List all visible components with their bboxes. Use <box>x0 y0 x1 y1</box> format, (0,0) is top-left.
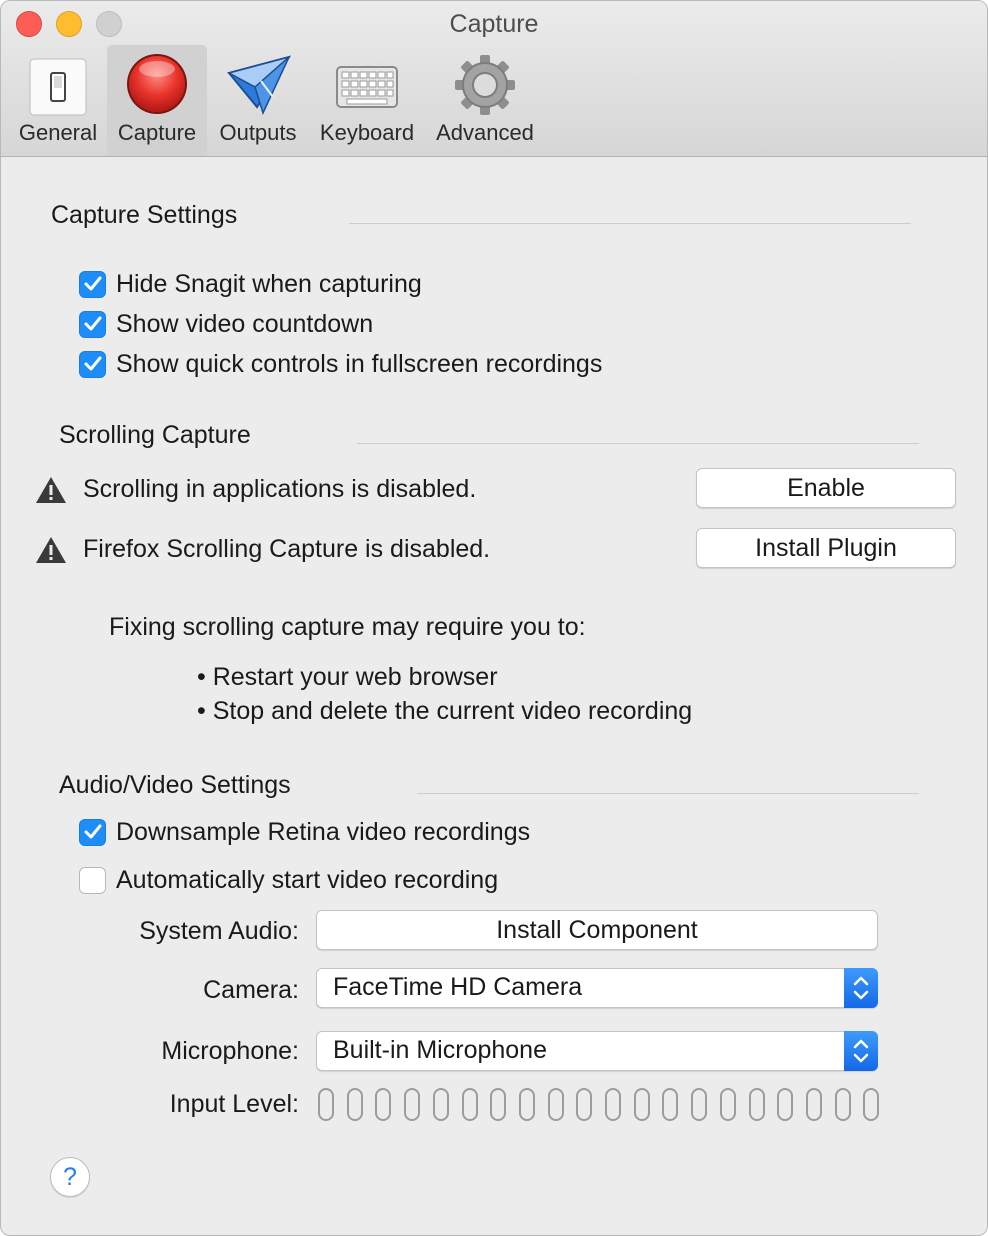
checkbox-checked[interactable] <box>79 818 106 846</box>
level-segment <box>404 1088 420 1121</box>
help-button[interactable]: ? <box>50 1157 90 1197</box>
checkbox-label: Downsample Retina video recordings <box>116 817 531 846</box>
level-segment <box>347 1088 363 1121</box>
level-segment <box>462 1088 478 1121</box>
camera-label: Camera: <box>203 976 299 1004</box>
record-icon <box>107 51 207 117</box>
tab-outputs[interactable]: Outputs <box>211 45 305 156</box>
checkbox-checked[interactable] <box>79 310 106 338</box>
tab-keyboard[interactable]: Keyboard <box>315 45 419 156</box>
section-divider <box>349 223 911 224</box>
level-segment <box>433 1088 449 1121</box>
microphone-label: Microphone: <box>161 1037 299 1065</box>
input-level-label: Input Level: <box>169 1090 299 1118</box>
checkmark-icon <box>84 276 101 291</box>
level-segment <box>691 1088 707 1121</box>
camera-select[interactable]: FaceTime HD Camera <box>316 968 878 1008</box>
gear-icon <box>429 51 541 117</box>
level-segment <box>634 1088 650 1121</box>
tab-general-label: General <box>18 120 98 145</box>
av-settings-heading: Audio/Video Settings <box>59 771 291 799</box>
tab-advanced[interactable]: Advanced <box>429 45 541 156</box>
chevron-updown-icon <box>844 1031 878 1071</box>
tab-general[interactable]: General <box>11 45 105 156</box>
section-divider <box>417 793 919 794</box>
level-segment <box>519 1088 535 1121</box>
bullet-restart-browser: • Restart your web browser <box>197 663 498 691</box>
checkbox-checked[interactable] <box>79 350 106 378</box>
keyboard-icon <box>315 51 419 117</box>
section-divider <box>357 443 919 444</box>
chevron-updown-icon <box>844 968 878 1008</box>
video-countdown-checkbox[interactable]: Show video countdown <box>79 309 373 339</box>
level-segment <box>605 1088 621 1121</box>
level-segment <box>806 1088 822 1121</box>
scrolling-apps-warning: Scrolling in applications is disabled. <box>83 475 477 503</box>
warning-icon <box>35 535 67 565</box>
camera-select-value: FaceTime HD Camera <box>333 973 583 1001</box>
checkmark-icon <box>84 356 101 371</box>
bullet-stop-recording: • Stop and delete the current video reco… <box>197 697 693 725</box>
checkbox-unchecked[interactable] <box>79 866 106 894</box>
preferences-window: Capture General Capture Outputs Keyboard… <box>0 0 988 1236</box>
microphone-select[interactable]: Built-in Microphone <box>316 1031 878 1071</box>
level-segment <box>720 1088 736 1121</box>
auto-start-recording-checkbox[interactable]: Automatically start video recording <box>79 865 498 895</box>
enable-button[interactable]: Enable <box>696 468 956 508</box>
checkbox-label: Show video countdown <box>116 309 374 338</box>
level-segment <box>318 1088 334 1121</box>
tab-keyboard-label: Keyboard <box>319 120 415 145</box>
level-segment <box>662 1088 678 1121</box>
checkbox-label: Show quick controls in fullscreen record… <box>116 349 603 378</box>
checkmark-icon <box>84 316 101 331</box>
tab-advanced-label: Advanced <box>436 120 534 145</box>
level-segment <box>490 1088 506 1121</box>
downsample-retina-checkbox[interactable]: Downsample Retina video recordings <box>79 817 530 847</box>
hide-snagit-checkbox[interactable]: Hide Snagit when capturing <box>79 269 422 299</box>
checkbox-checked[interactable] <box>79 270 106 298</box>
tab-capture[interactable]: Capture <box>107 45 207 156</box>
quick-controls-checkbox[interactable]: Show quick controls in fullscreen record… <box>79 349 602 379</box>
system-audio-label: System Audio: <box>139 917 299 945</box>
checkbox-label: Hide Snagit when capturing <box>116 269 422 298</box>
capture-settings-heading: Capture Settings <box>51 201 238 229</box>
tab-capture-label: Capture <box>117 120 197 145</box>
scrolling-capture-heading: Scrolling Capture <box>59 421 251 449</box>
title-bar: Capture General Capture Outputs Keyboard… <box>1 1 987 157</box>
switch-icon <box>11 51 105 117</box>
level-segment <box>375 1088 391 1121</box>
level-segment <box>548 1088 564 1121</box>
firefox-scrolling-warning: Firefox Scrolling Capture is disabled. <box>83 535 491 563</box>
checkmark-icon <box>84 824 101 839</box>
tab-outputs-label: Outputs <box>219 120 297 145</box>
checkbox-label: Automatically start video recording <box>116 865 499 894</box>
microphone-select-value: Built-in Microphone <box>333 1036 547 1064</box>
level-segment <box>863 1088 879 1121</box>
level-segment <box>835 1088 851 1121</box>
level-segment <box>777 1088 793 1121</box>
warning-icon <box>35 475 67 505</box>
window-title: Capture <box>449 10 539 38</box>
level-segment <box>749 1088 765 1121</box>
level-segment <box>576 1088 592 1121</box>
paper-plane-icon <box>211 51 305 117</box>
install-component-button[interactable]: Install Component <box>316 910 878 950</box>
install-plugin-button[interactable]: Install Plugin <box>696 528 956 568</box>
fix-note: Fixing scrolling capture may require you… <box>109 613 586 641</box>
